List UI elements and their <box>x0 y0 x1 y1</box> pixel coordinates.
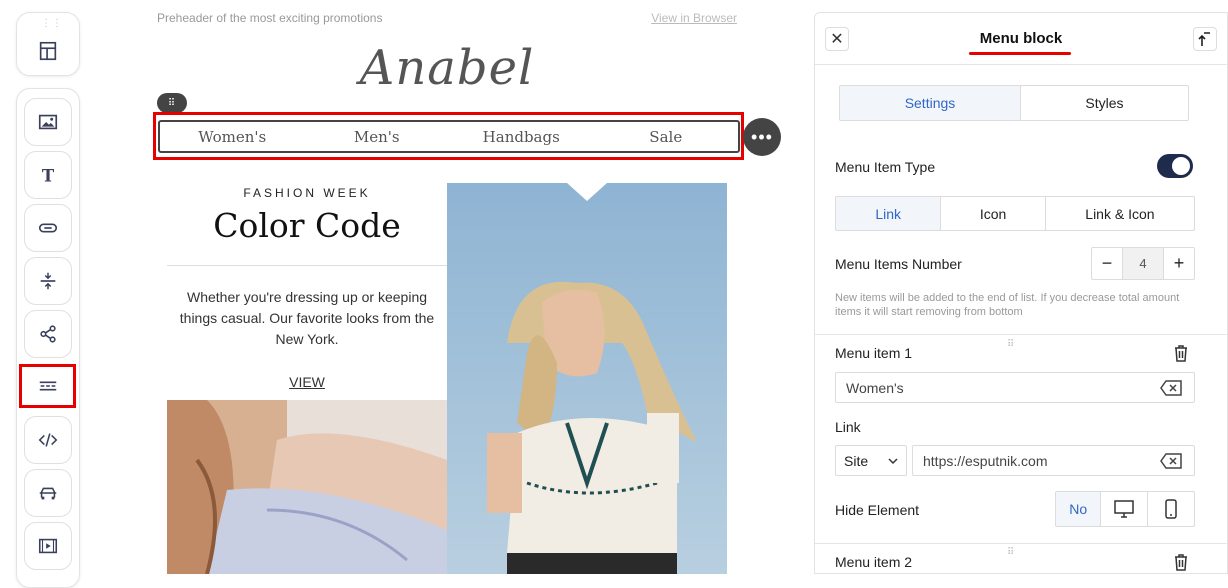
button-icon <box>38 223 58 233</box>
image-tool[interactable] <box>24 98 72 146</box>
link-label: Link <box>835 419 861 435</box>
carousel-icon <box>39 487 57 500</box>
preheader-text[interactable]: Preheader of the most exciting promotion… <box>157 11 382 25</box>
type-link[interactable]: Link <box>836 197 942 230</box>
content-divider <box>167 265 447 266</box>
spacer-tool[interactable] <box>24 257 72 305</box>
view-link[interactable]: VIEW <box>167 374 447 390</box>
hide-desktop[interactable] <box>1101 492 1148 526</box>
item1-label: Menu item 1 <box>835 345 913 361</box>
increment-button[interactable]: + <box>1164 248 1194 279</box>
tab-styles[interactable]: Styles <box>1021 86 1188 120</box>
link-type-value: Site <box>844 452 869 469</box>
menu-item-type-toggle[interactable] <box>1157 154 1193 178</box>
left-photo[interactable] <box>167 400 447 574</box>
item1-text-input[interactable]: Women's <box>835 372 1195 403</box>
share-icon <box>40 325 56 343</box>
menu-item-mens[interactable]: Men's <box>305 128 450 146</box>
panel-title: Menu block <box>979 30 1063 47</box>
text-tool[interactable]: T <box>24 151 72 199</box>
link-url-input[interactable]: https://esputnik.com <box>912 445 1195 476</box>
decrement-button[interactable]: − <box>1092 248 1122 279</box>
carousel-tool[interactable] <box>24 469 72 517</box>
clear-url-icon[interactable] <box>1160 453 1182 469</box>
drag-dots-icon: ⠿ <box>167 97 177 109</box>
headline[interactable]: Color Code <box>167 206 447 245</box>
active-tool-highlight <box>19 364 76 408</box>
block-more-button[interactable]: ••• <box>743 118 781 156</box>
body-copy[interactable]: Whether you're dressing up or keeping th… <box>177 287 437 350</box>
menu-item-sale[interactable]: Sale <box>594 128 739 146</box>
spacer-icon <box>40 272 56 290</box>
section-divider-2 <box>815 543 1227 544</box>
arrow-up-icon <box>1198 32 1210 46</box>
brand-logo[interactable]: Anabel <box>147 40 747 96</box>
item-drag-handle[interactable]: ⠿ <box>1007 339 1015 350</box>
video-tool[interactable] <box>24 522 72 570</box>
hide-no[interactable]: No <box>1056 492 1102 526</box>
trash-icon[interactable] <box>1171 343 1191 363</box>
clear-input-icon[interactable] <box>1160 380 1182 396</box>
section-divider <box>815 334 1227 335</box>
panel-header: ✕ Menu block <box>815 13 1227 65</box>
rail-top-panel: ⋮⋮ <box>16 12 80 76</box>
hide-mobile[interactable] <box>1148 492 1194 526</box>
items-number-value[interactable]: 4 <box>1122 248 1164 279</box>
menu-block[interactable]: Women's Men's Handbags Sale <box>158 120 740 153</box>
svg-text:T: T <box>42 166 55 185</box>
html-code-icon <box>38 433 58 447</box>
layout-icon <box>39 41 57 61</box>
type-link-icon[interactable]: Link & Icon <box>1046 197 1194 230</box>
panel-tabs: Settings Styles <box>839 85 1189 121</box>
type-icon[interactable]: Icon <box>941 197 1046 230</box>
view-in-browser-link[interactable]: View in Browser <box>651 11 737 25</box>
item1-value: Women's <box>846 379 904 396</box>
desktop-icon <box>1114 500 1134 518</box>
menu-item-womens[interactable]: Women's <box>160 128 305 146</box>
item2-drag-handle[interactable]: ⠿ <box>1007 547 1015 558</box>
block-drag-handle[interactable]: ⠿ <box>157 93 187 113</box>
menu-item-type-label: Menu Item Type <box>835 159 936 175</box>
right-photo[interactable] <box>447 183 727 574</box>
text-icon: T <box>42 166 55 185</box>
hide-options: No <box>1055 491 1195 527</box>
title-highlight <box>969 52 1071 55</box>
eyebrow-text[interactable]: FASHION WEEK <box>167 186 447 200</box>
layout-tool[interactable] <box>24 27 72 75</box>
html-tool[interactable] <box>24 416 72 464</box>
video-icon <box>38 538 58 554</box>
type-options: Link Icon Link & Icon <box>835 196 1195 231</box>
image-icon <box>38 114 58 130</box>
link-type-select[interactable]: Site <box>835 445 907 476</box>
items-number-stepper: − 4 + <box>1091 247 1195 280</box>
items-number-label: Menu Items Number <box>835 256 962 272</box>
tab-settings[interactable]: Settings <box>840 86 1021 120</box>
button-tool[interactable] <box>24 204 72 252</box>
social-tool[interactable] <box>24 310 72 358</box>
items-hint: New items will be added to the end of li… <box>835 292 1180 318</box>
more-dots-icon: ••• <box>751 126 773 147</box>
collapse-button[interactable] <box>1193 27 1217 51</box>
hide-element-label: Hide Element <box>835 502 920 518</box>
menu-item-handbags[interactable]: Handbags <box>449 128 594 146</box>
trash-icon[interactable] <box>1171 552 1191 572</box>
chevron-down-icon <box>888 458 898 465</box>
item2-label: Menu item 2 <box>835 554 913 570</box>
mobile-icon <box>1165 499 1177 519</box>
settings-panel: ✕ Menu block Settings Styles Menu Item T… <box>814 12 1228 574</box>
link-url-value: https://esputnik.com <box>923 452 1048 469</box>
